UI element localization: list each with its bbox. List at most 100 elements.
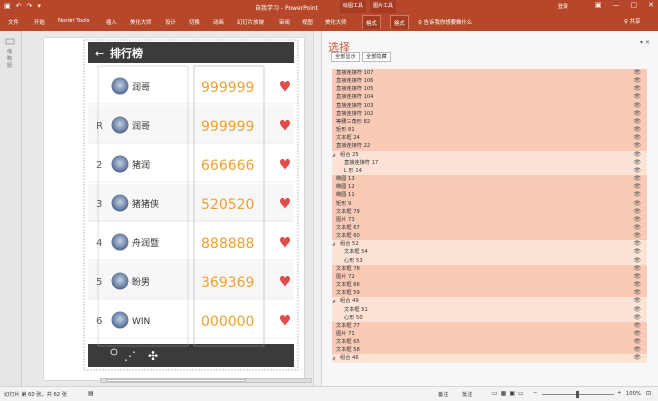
selection-list-item[interactable]: 直接连接符 102 👁 (332, 109, 647, 118)
scroll-thumb[interactable] (106, 379, 246, 382)
expand-arrow-icon[interactable]: ◢ (332, 354, 335, 362)
tab-animations[interactable]: 动画 (213, 18, 224, 26)
visibility-eye-icon[interactable]: 👁 (633, 110, 641, 118)
selection-list-item[interactable]: 矩形 9 👁 (332, 199, 647, 208)
visibility-eye-icon[interactable]: 👁 (633, 208, 641, 216)
visibility-eye-icon[interactable]: 👁 (633, 216, 641, 224)
tab-meihua-2[interactable]: 美化大师 (325, 18, 347, 26)
zoom-in-button[interactable]: + (617, 390, 621, 396)
comments-button[interactable]: 批注 (462, 391, 472, 398)
zoom-level[interactable]: 100% (626, 391, 641, 397)
selection-list-item[interactable]: ◢ 组合 49 👁 (332, 297, 647, 306)
visibility-eye-icon[interactable]: 👁 (633, 224, 641, 232)
selection-list-item[interactable]: 直接连接符 103 👁 (332, 101, 647, 110)
visibility-eye-icon[interactable]: 👁 (633, 322, 641, 330)
visibility-eye-icon[interactable]: 👁 (633, 306, 641, 314)
tab-design[interactable]: 设计 (165, 18, 176, 26)
visibility-eye-icon[interactable]: 👁 (633, 346, 641, 354)
zoom-thumb[interactable] (576, 391, 579, 398)
canvas-horizontal-scrollbar[interactable] (100, 378, 312, 383)
selection-list-item[interactable]: 直接连接符 22 👁 (332, 142, 647, 151)
spellcheck-icon[interactable]: ▤ (88, 390, 94, 397)
selection-list-item[interactable]: 文本框 60 👁 (332, 232, 647, 241)
selection-list-item[interactable]: 椭圆 13 👁 (332, 175, 647, 184)
visibility-eye-icon[interactable]: 👁 (633, 330, 641, 338)
visibility-eye-icon[interactable]: 👁 (633, 167, 641, 175)
tell-me-search[interactable]: ♀ 告诉我你想要做什么 (418, 18, 472, 26)
visibility-eye-icon[interactable]: 👁 (633, 118, 641, 126)
selection-list-item[interactable]: 文本框 79 👁 (332, 207, 647, 216)
notes-button[interactable]: 备注 (438, 391, 448, 398)
hide-all-button[interactable]: 全部隐藏 (362, 52, 391, 62)
selection-list-item[interactable]: 文本框 78 👁 (332, 264, 647, 273)
visibility-eye-icon[interactable]: 👁 (633, 77, 641, 85)
selection-list-item[interactable]: ◢ 组合 25 👁 (332, 150, 647, 159)
thumbnail-toggle-icon[interactable]: 缩 略 图 (0, 31, 22, 111)
pane-close-icon[interactable]: ▾ ✕ (640, 39, 650, 46)
undo-icon[interactable]: ↶ (16, 2, 22, 11)
visibility-eye-icon[interactable]: 👁 (633, 314, 641, 322)
visibility-eye-icon[interactable]: 👁 (633, 175, 641, 183)
selection-list-item[interactable]: 文本框 65 👁 (332, 338, 647, 347)
visibility-eye-icon[interactable]: 👁 (633, 93, 641, 101)
tab-home[interactable]: 开始 (34, 18, 45, 26)
selection-list-item[interactable]: L 形 14 👁 (332, 166, 647, 176)
zoom-out-button[interactable]: − (533, 390, 537, 396)
selection-list-item[interactable]: 图片 73 👁 (332, 215, 647, 224)
selection-list-item[interactable]: 图片 72 👁 (332, 272, 647, 282)
visibility-eye-icon[interactable]: 👁 (633, 289, 641, 297)
redo-icon[interactable]: ↷ (27, 2, 33, 11)
selection-list-item[interactable]: 文本框 67 👁 (332, 223, 647, 233)
share-icon[interactable]: ⋰ (124, 349, 136, 363)
visibility-eye-icon[interactable]: 👁 (633, 191, 641, 199)
selection-list-item[interactable]: ◢ 组合 46 👁 (332, 354, 647, 363)
move-icon[interactable]: ✣ (148, 349, 158, 363)
selection-list-item[interactable]: 文本框 54 👁 (332, 248, 647, 257)
tab-view[interactable]: 视图 (302, 18, 313, 26)
selection-list-item[interactable]: 文本框 59 👁 (332, 289, 647, 298)
expand-arrow-icon[interactable]: ◢ (332, 151, 335, 159)
visibility-eye-icon[interactable]: 👁 (633, 273, 641, 281)
share-button[interactable]: ♀ 共享 (624, 17, 640, 25)
fit-slide-icon[interactable]: ⊡ (646, 390, 651, 397)
view-buttons[interactable]: ▭▦▣▭ (492, 390, 527, 397)
slide[interactable]: ← 排行榜 润哥 999999 R 润哥 999999 2 猪润 666666 3 猪猪侠 5205… (44, 38, 304, 380)
login-link[interactable]: 登录 (558, 3, 568, 10)
visibility-eye-icon[interactable]: 👁 (633, 281, 641, 289)
visibility-eye-icon[interactable]: 👁 (633, 297, 641, 305)
tab-slideshow[interactable]: 幻灯片放映 (237, 18, 264, 26)
tab-meihua[interactable]: 美化大师 (130, 18, 152, 26)
selection-list-item[interactable]: 矩形 81 👁 (332, 126, 647, 135)
customize-qat-icon[interactable]: ▾ (37, 2, 41, 11)
selection-list-item[interactable]: 文本框 58 👁 (332, 346, 647, 355)
save-icon[interactable]: ▣ (4, 2, 11, 11)
close-button[interactable]: ✕ (648, 1, 654, 9)
show-all-button[interactable]: 全部显示 (331, 52, 360, 62)
selection-list-item[interactable]: 文本框 77 👁 (332, 321, 647, 330)
selection-list-item[interactable]: 直接连接符 17 👁 (332, 158, 647, 167)
visibility-eye-icon[interactable]: 👁 (633, 126, 641, 134)
visibility-eye-icon[interactable]: 👁 (633, 85, 641, 93)
tab-insert[interactable]: 插入 (106, 18, 117, 26)
selection-list-item[interactable]: 心形 50 👁 (332, 313, 647, 322)
expand-arrow-icon[interactable]: ◢ (332, 240, 335, 248)
tab-transitions[interactable]: 切换 (189, 18, 200, 26)
expand-arrow-icon[interactable]: ◢ (332, 297, 335, 305)
visibility-eye-icon[interactable]: 👁 (633, 232, 641, 240)
visibility-eye-icon[interactable]: 👁 (633, 338, 641, 346)
back-arrow-icon[interactable]: ← (95, 47, 104, 60)
selection-list-item[interactable]: ◢ 组合 52 👁 (332, 240, 647, 249)
tab-file[interactable]: 文件 (8, 18, 19, 26)
tab-format-drawing[interactable]: 格式 (362, 15, 381, 29)
visibility-eye-icon[interactable]: 👁 (633, 200, 641, 208)
visibility-eye-icon[interactable]: 👁 (633, 134, 641, 142)
selection-list-item[interactable]: 直接连接符 107 👁 (332, 69, 647, 78)
tab-nordri-tools[interactable]: Nordri Tools (58, 18, 90, 24)
selection-list-item[interactable]: 直接连接符 106 👁 (332, 77, 647, 86)
visibility-eye-icon[interactable]: 👁 (633, 265, 641, 273)
selection-list-item[interactable]: 椭圆 11 👁 (332, 191, 647, 200)
visibility-eye-icon[interactable]: 👁 (633, 183, 641, 191)
visibility-eye-icon[interactable]: 👁 (633, 151, 641, 159)
visibility-eye-icon[interactable]: 👁 (633, 354, 641, 362)
visibility-eye-icon[interactable]: 👁 (633, 159, 641, 167)
